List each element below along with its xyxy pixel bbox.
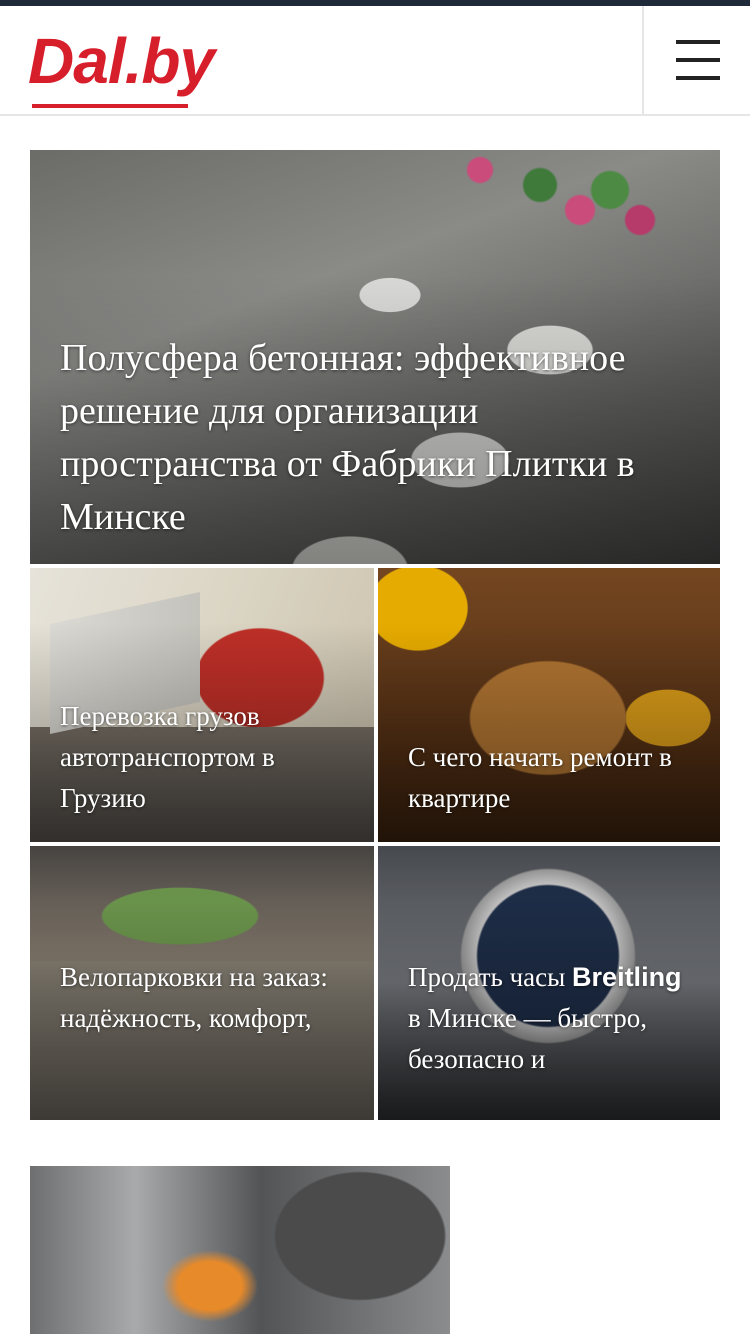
- article-card-repair[interactable]: С чего начать ремонт в квартире: [378, 568, 720, 842]
- article-card-machining[interactable]: [30, 1166, 450, 1334]
- menu-line: [676, 40, 720, 44]
- article-title-bike-parking: Велопарковки на заказ: надёжность, комфо…: [60, 962, 328, 1033]
- article-card-bike-parking[interactable]: Велопарковки на заказ: надёжность, комфо…: [30, 846, 374, 1120]
- article-card-trucks[interactable]: Перевозка грузов автотранспортом в Грузи…: [30, 568, 374, 842]
- watch-title-start: Продать часы: [408, 962, 566, 992]
- site-logo[interactable]: Dal.by: [28, 18, 215, 104]
- hero-article-title: Полусфера бетонная: эффективное решение …: [60, 337, 635, 538]
- logo-underline: [32, 104, 188, 108]
- article-card-watch[interactable]: Продать часы Breitling в Минске — быстро…: [378, 846, 720, 1120]
- menu-line: [676, 76, 720, 80]
- article-title-repair: С чего начать ремонт в квартире: [408, 742, 672, 813]
- watch-title-brand: Breitling: [572, 962, 682, 992]
- hero-article-card[interactable]: Полусфера бетонная: эффективное решение …: [30, 150, 720, 564]
- menu-line: [676, 58, 720, 62]
- watch-title-end: в Минске — быстро, безопасно и: [408, 1003, 648, 1074]
- article-title-watch: Продать часы Breitling в Минске — быстро…: [408, 957, 698, 1080]
- article-title-trucks: Перевозка грузов автотранспортом в Грузи…: [60, 701, 275, 813]
- hamburger-menu-icon[interactable]: [664, 26, 732, 94]
- site-header: Dal.by: [0, 6, 750, 116]
- header-divider: [642, 6, 644, 114]
- lathe-machine-image: [30, 1166, 450, 1334]
